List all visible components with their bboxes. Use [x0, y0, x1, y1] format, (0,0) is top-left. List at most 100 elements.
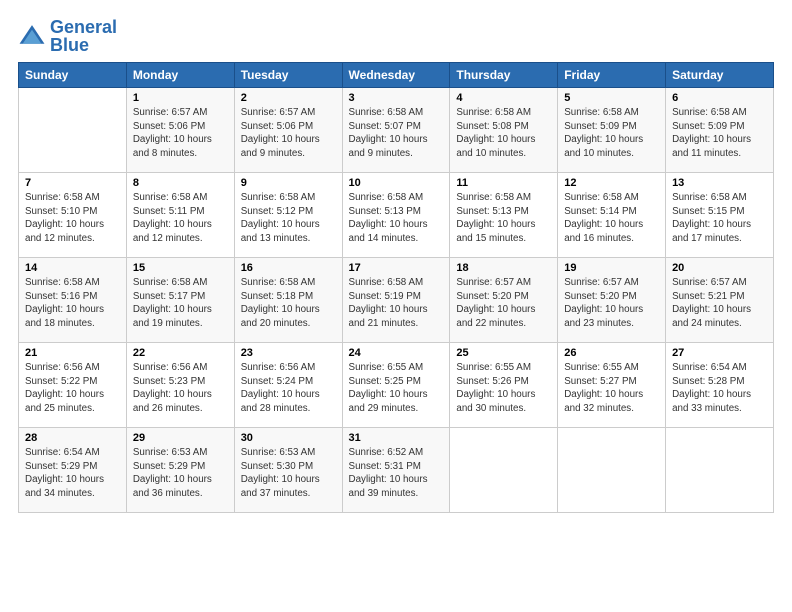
header: General Blue: [18, 18, 774, 54]
day-detail: Sunrise: 6:56 AMSunset: 5:22 PMDaylight:…: [25, 361, 120, 416]
day-detail: Sunrise: 6:57 AMSunset: 5:20 PMDaylight:…: [456, 276, 551, 331]
day-number: 16: [241, 262, 336, 274]
day-number: 12: [564, 177, 659, 189]
day-number: 29: [133, 432, 228, 444]
week-row-4: 21 Sunrise: 6:56 AMSunset: 5:22 PMDayligh…: [19, 343, 774, 428]
day-number: 6: [672, 92, 767, 104]
day-detail: Sunrise: 6:55 AMSunset: 5:25 PMDaylight:…: [349, 361, 444, 416]
day-number: 11: [456, 177, 551, 189]
day-number: 19: [564, 262, 659, 274]
day-detail: Sunrise: 6:57 AMSunset: 5:06 PMDaylight:…: [133, 106, 228, 161]
day-detail: Sunrise: 6:58 AMSunset: 5:11 PMDaylight:…: [133, 191, 228, 246]
day-detail: Sunrise: 6:57 AMSunset: 5:21 PMDaylight:…: [672, 276, 767, 331]
day-detail: Sunrise: 6:57 AMSunset: 5:20 PMDaylight:…: [564, 276, 659, 331]
day-cell: 26Sunrise: 6:55 AMSunset: 5:27 PMDayligh…: [558, 343, 666, 428]
day-cell: 22 Sunrise: 6:56 AMSunset: 5:23 PMDayligh…: [126, 343, 234, 428]
day-number: 1: [133, 92, 228, 104]
day-cell: 15Sunrise: 6:58 AMSunset: 5:17 PMDayligh…: [126, 258, 234, 343]
day-number: 4: [456, 92, 551, 104]
day-detail: Sunrise: 6:54 AMSunset: 5:29 PMDaylight:…: [25, 446, 120, 501]
day-detail: Sunrise: 6:58 AMSunset: 5:12 PMDaylight:…: [241, 191, 336, 246]
header-tuesday: Tuesday: [234, 63, 342, 88]
day-detail: Sunrise: 6:58 AMSunset: 5:13 PMDaylight:…: [456, 191, 551, 246]
day-cell: 27 Sunrise: 6:54 AMSunset: 5:28 PMDayligh…: [666, 343, 774, 428]
day-cell: 13Sunrise: 6:58 AMSunset: 5:15 PMDayligh…: [666, 173, 774, 258]
day-number: 3: [349, 92, 444, 104]
day-cell: 2 Sunrise: 6:57 AMSunset: 5:06 PMDaylight…: [234, 88, 342, 173]
day-cell: 7 Sunrise: 6:58 AMSunset: 5:10 PMDaylight…: [19, 173, 127, 258]
day-cell: 23Sunrise: 6:56 AMSunset: 5:24 PMDayligh…: [234, 343, 342, 428]
day-cell: 28 Sunrise: 6:54 AMSunset: 5:29 PMDayligh…: [19, 428, 127, 513]
day-cell: 20 Sunrise: 6:57 AMSunset: 5:21 PMDayligh…: [666, 258, 774, 343]
day-number: 31: [349, 432, 444, 444]
day-cell: 8 Sunrise: 6:58 AMSunset: 5:11 PMDaylight…: [126, 173, 234, 258]
day-cell: 19 Sunrise: 6:57 AMSunset: 5:20 PMDayligh…: [558, 258, 666, 343]
day-number: 2: [241, 92, 336, 104]
day-detail: Sunrise: 6:58 AMSunset: 5:19 PMDaylight:…: [349, 276, 444, 331]
day-detail: Sunrise: 6:58 AMSunset: 5:18 PMDaylight:…: [241, 276, 336, 331]
day-number: 24: [349, 347, 444, 359]
day-number: 23: [241, 347, 336, 359]
week-row-1: 1 Sunrise: 6:57 AMSunset: 5:06 PMDaylight…: [19, 88, 774, 173]
header-row: SundayMondayTuesdayWednesdayThursdayFrid…: [19, 63, 774, 88]
day-number: 28: [25, 432, 120, 444]
day-number: 20: [672, 262, 767, 274]
day-number: 14: [25, 262, 120, 274]
week-row-3: 14 Sunrise: 6:58 AMSunset: 5:16 PMDayligh…: [19, 258, 774, 343]
day-cell: [450, 428, 558, 513]
day-cell: 24 Sunrise: 6:55 AMSunset: 5:25 PMDayligh…: [342, 343, 450, 428]
day-detail: Sunrise: 6:57 AMSunset: 5:06 PMDaylight:…: [241, 106, 336, 161]
day-cell: 11 Sunrise: 6:58 AMSunset: 5:13 PMDayligh…: [450, 173, 558, 258]
day-number: 9: [241, 177, 336, 189]
day-cell: 1 Sunrise: 6:57 AMSunset: 5:06 PMDaylight…: [126, 88, 234, 173]
day-number: 8: [133, 177, 228, 189]
header-sunday: Sunday: [19, 63, 127, 88]
day-cell: 17 Sunrise: 6:58 AMSunset: 5:19 PMDayligh…: [342, 258, 450, 343]
day-number: 30: [241, 432, 336, 444]
day-cell: 30 Sunrise: 6:53 AMSunset: 5:30 PMDayligh…: [234, 428, 342, 513]
day-number: 21: [25, 347, 120, 359]
day-detail: Sunrise: 6:58 AMSunset: 5:14 PMDaylight:…: [564, 191, 659, 246]
day-cell: 18Sunrise: 6:57 AMSunset: 5:20 PMDayligh…: [450, 258, 558, 343]
day-detail: Sunrise: 6:52 AMSunset: 5:31 PMDaylight:…: [349, 446, 444, 501]
logo-icon: [18, 22, 46, 50]
logo-text: General Blue: [50, 18, 117, 54]
week-row-5: 28 Sunrise: 6:54 AMSunset: 5:29 PMDayligh…: [19, 428, 774, 513]
day-number: 27: [672, 347, 767, 359]
day-cell: 4Sunrise: 6:58 AMSunset: 5:08 PMDaylight…: [450, 88, 558, 173]
calendar-table: SundayMondayTuesdayWednesdayThursdayFrid…: [18, 62, 774, 513]
day-detail: Sunrise: 6:53 AMSunset: 5:29 PMDaylight:…: [133, 446, 228, 501]
day-number: 25: [456, 347, 551, 359]
day-cell: 5 Sunrise: 6:58 AMSunset: 5:09 PMDaylight…: [558, 88, 666, 173]
day-cell: 6Sunrise: 6:58 AMSunset: 5:09 PMDaylight…: [666, 88, 774, 173]
day-detail: Sunrise: 6:56 AMSunset: 5:23 PMDaylight:…: [133, 361, 228, 416]
day-number: 5: [564, 92, 659, 104]
day-number: 26: [564, 347, 659, 359]
day-detail: Sunrise: 6:54 AMSunset: 5:28 PMDaylight:…: [672, 361, 767, 416]
header-saturday: Saturday: [666, 63, 774, 88]
day-number: 17: [349, 262, 444, 274]
day-cell: [558, 428, 666, 513]
week-row-2: 7 Sunrise: 6:58 AMSunset: 5:10 PMDaylight…: [19, 173, 774, 258]
day-detail: Sunrise: 6:53 AMSunset: 5:30 PMDaylight:…: [241, 446, 336, 501]
day-cell: 3 Sunrise: 6:58 AMSunset: 5:07 PMDaylight…: [342, 88, 450, 173]
day-detail: Sunrise: 6:55 AMSunset: 5:26 PMDaylight:…: [456, 361, 551, 416]
day-detail: Sunrise: 6:58 AMSunset: 5:16 PMDaylight:…: [25, 276, 120, 331]
day-number: 22: [133, 347, 228, 359]
day-cell: 31 Sunrise: 6:52 AMSunset: 5:31 PMDayligh…: [342, 428, 450, 513]
day-detail: Sunrise: 6:58 AMSunset: 5:09 PMDaylight:…: [564, 106, 659, 161]
day-number: 7: [25, 177, 120, 189]
day-cell: 16 Sunrise: 6:58 AMSunset: 5:18 PMDayligh…: [234, 258, 342, 343]
day-detail: Sunrise: 6:58 AMSunset: 5:10 PMDaylight:…: [25, 191, 120, 246]
day-detail: Sunrise: 6:58 AMSunset: 5:07 PMDaylight:…: [349, 106, 444, 161]
day-number: 10: [349, 177, 444, 189]
day-cell: 10 Sunrise: 6:58 AMSunset: 5:13 PMDayligh…: [342, 173, 450, 258]
day-cell: 29 Sunrise: 6:53 AMSunset: 5:29 PMDayligh…: [126, 428, 234, 513]
day-detail: Sunrise: 6:58 AMSunset: 5:15 PMDaylight:…: [672, 191, 767, 246]
header-thursday: Thursday: [450, 63, 558, 88]
day-number: 15: [133, 262, 228, 274]
logo: General Blue: [18, 18, 117, 54]
day-cell: 12 Sunrise: 6:58 AMSunset: 5:14 PMDayligh…: [558, 173, 666, 258]
day-detail: Sunrise: 6:58 AMSunset: 5:13 PMDaylight:…: [349, 191, 444, 246]
day-cell: 25 Sunrise: 6:55 AMSunset: 5:26 PMDayligh…: [450, 343, 558, 428]
